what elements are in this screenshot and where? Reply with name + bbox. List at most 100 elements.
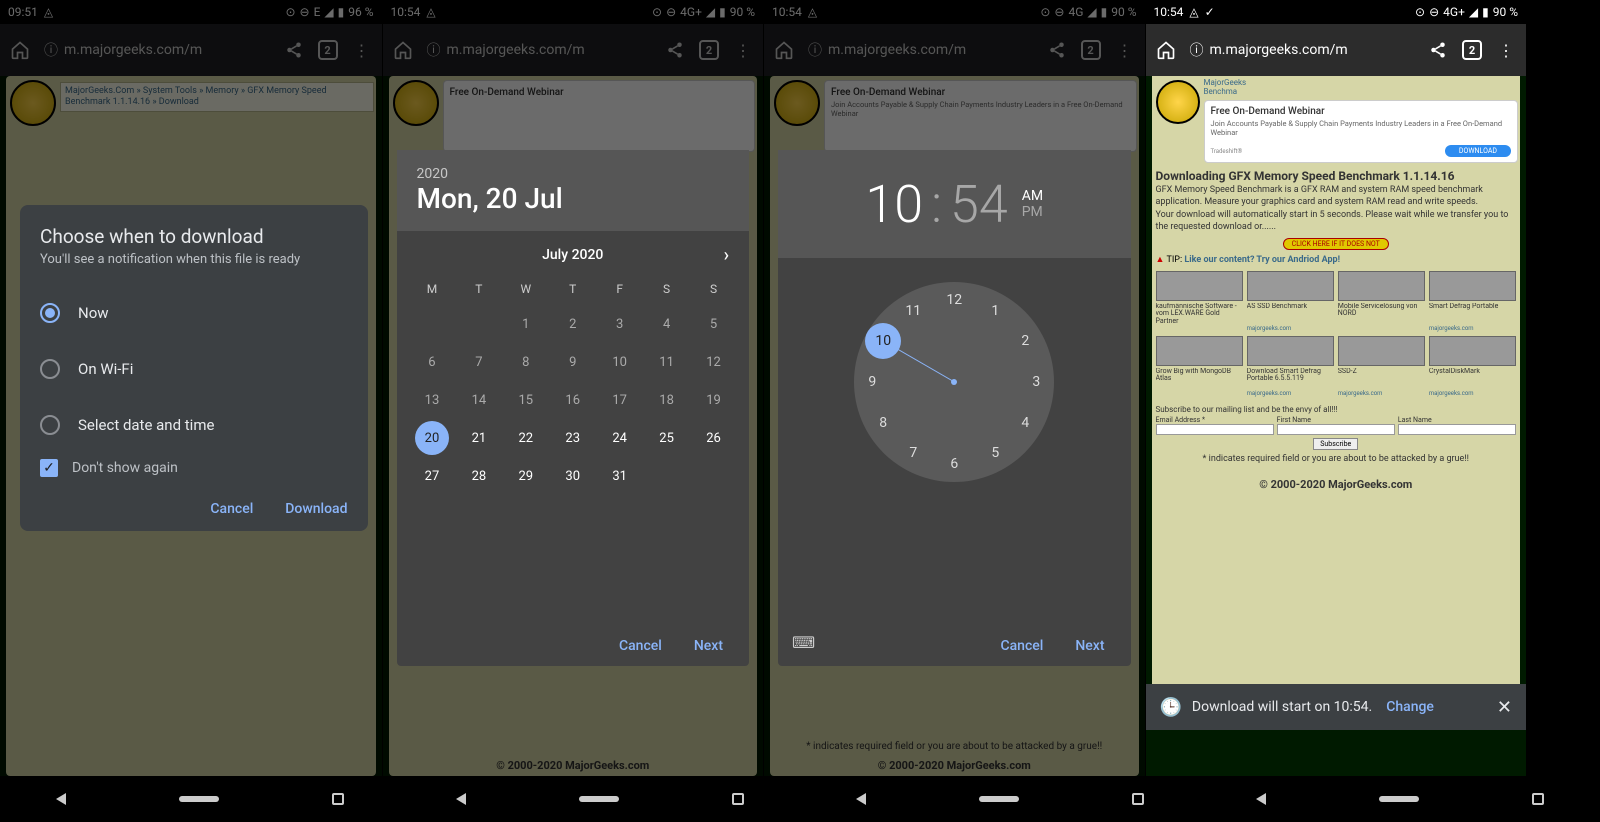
calendar-day[interactable]: 25 xyxy=(643,419,690,457)
option-now[interactable]: Now xyxy=(40,285,348,341)
calendar-day[interactable]: 23 xyxy=(549,419,596,457)
thumbnail-card[interactable]: CrystalDiskMarkmajorgeeks.com xyxy=(1429,336,1516,397)
thumbnail-card[interactable]: Download Smart Defrag Portable 6.5.5.119… xyxy=(1247,336,1334,397)
tabs-button[interactable]: 2 xyxy=(1462,40,1482,60)
clock-hour[interactable]: 5 xyxy=(991,445,999,461)
calendar-day[interactable]: 28 xyxy=(455,457,502,495)
hour-label[interactable]: 10 xyxy=(865,174,923,235)
calendar-day[interactable]: 26 xyxy=(690,419,737,457)
home-button[interactable] xyxy=(579,796,619,802)
year-label[interactable]: 2020 xyxy=(417,166,730,182)
cancel-button[interactable]: Cancel xyxy=(619,638,662,654)
calendar-day[interactable]: 20 xyxy=(415,421,449,455)
recents-button[interactable] xyxy=(332,793,344,805)
tip-link[interactable]: Like our content? Try our Andriod App! xyxy=(1184,255,1340,265)
close-icon[interactable]: ✕ xyxy=(1497,697,1512,718)
text-input[interactable] xyxy=(1398,424,1516,435)
dont-show-checkbox[interactable]: ✓ Don't show again xyxy=(40,459,348,477)
calendar-day[interactable]: 10 xyxy=(596,343,643,381)
option-wifi[interactable]: On Wi-Fi xyxy=(40,341,348,397)
home-icon[interactable] xyxy=(1156,40,1176,60)
calendar-day[interactable]: 24 xyxy=(596,419,643,457)
thumbnail-card[interactable]: AS SSD Benchmarkmajorgeeks.com xyxy=(1247,271,1334,332)
recents-button[interactable] xyxy=(732,793,744,805)
change-button[interactable]: Change xyxy=(1386,699,1434,715)
home-button[interactable] xyxy=(1379,796,1419,802)
calendar-day[interactable]: 4 xyxy=(643,305,690,343)
back-button[interactable] xyxy=(1256,793,1266,805)
calendar-day[interactable]: 13 xyxy=(409,381,456,419)
download-button[interactable]: Download xyxy=(285,501,347,517)
text-input[interactable] xyxy=(1156,424,1274,435)
clock-hour[interactable]: 7 xyxy=(909,445,917,461)
next-month-button[interactable]: › xyxy=(724,245,729,266)
keyboard-icon[interactable]: ⌨ xyxy=(792,633,815,652)
ad-download-button[interactable]: DOWNLOAD xyxy=(1445,145,1511,157)
clock-hour[interactable]: 1 xyxy=(991,303,999,319)
calendar-day[interactable]: 27 xyxy=(409,457,456,495)
cancel-button[interactable]: Cancel xyxy=(210,501,253,517)
calendar-day[interactable]: 9 xyxy=(549,343,596,381)
click-here-button[interactable]: CLICK HERE IF IT DOES NOT xyxy=(1283,238,1389,250)
clock-face[interactable]: 123456789101112 xyxy=(854,282,1054,482)
clock-hour[interactable]: 11 xyxy=(905,303,921,319)
calendar-day[interactable]: 11 xyxy=(643,343,690,381)
ad-title: Free On-Demand Webinar xyxy=(1211,106,1512,117)
thumbnail-card[interactable]: Mobile Servicelösung von NORD xyxy=(1338,271,1425,332)
am-label[interactable]: AM xyxy=(1022,188,1043,204)
clock-hour-selected[interactable]: 10 xyxy=(865,323,901,359)
calendar-day[interactable]: 16 xyxy=(549,381,596,419)
thumbnail-card[interactable]: SSD-Zmajorgeeks.com xyxy=(1338,336,1425,397)
back-button[interactable] xyxy=(56,793,66,805)
share-icon[interactable] xyxy=(1428,40,1448,60)
recents-button[interactable] xyxy=(1532,793,1544,805)
clock-hour[interactable]: 2 xyxy=(1021,333,1029,349)
cancel-button[interactable]: Cancel xyxy=(1001,638,1044,654)
url-bar[interactable]: ⓘm.majorgeeks.com/m xyxy=(1190,40,1415,60)
calendar-day[interactable]: 17 xyxy=(596,381,643,419)
calendar-day[interactable]: 6 xyxy=(409,343,456,381)
minute-label[interactable]: 54 xyxy=(950,174,1008,235)
calendar-day[interactable]: 15 xyxy=(502,381,549,419)
back-button[interactable] xyxy=(856,793,866,805)
text-input[interactable] xyxy=(1277,424,1395,435)
calendar-day[interactable]: 2 xyxy=(549,305,596,343)
thumbnail-card[interactable]: Smart Defrag Portablemajorgeeks.com xyxy=(1429,271,1516,332)
ad-card[interactable]: Free On-Demand Webinar Join Accounts Pay… xyxy=(1204,100,1519,163)
clock-hour[interactable]: 4 xyxy=(1021,415,1029,431)
clock-hour[interactable]: 12 xyxy=(946,292,962,308)
calendar-day[interactable]: 22 xyxy=(502,419,549,457)
calendar-day[interactable]: 8 xyxy=(502,343,549,381)
home-button[interactable] xyxy=(979,796,1019,802)
calendar-day[interactable]: 19 xyxy=(690,381,737,419)
next-button[interactable]: Next xyxy=(694,638,723,654)
subscribe-button[interactable]: Subscribe xyxy=(1313,438,1358,450)
next-button[interactable]: Next xyxy=(1075,638,1104,654)
clock-hour[interactable]: 6 xyxy=(950,456,958,472)
clock-hour[interactable]: 8 xyxy=(879,415,887,431)
date-label[interactable]: Mon, 20 Jul xyxy=(417,182,730,215)
back-button[interactable] xyxy=(456,793,466,805)
calendar-day[interactable]: 3 xyxy=(596,305,643,343)
clock-hour[interactable]: 3 xyxy=(1032,374,1040,390)
thumbnail-image xyxy=(1429,336,1516,366)
menu-icon[interactable]: ⋮ xyxy=(1496,40,1516,60)
calendar-day[interactable]: 18 xyxy=(643,381,690,419)
clock-hour[interactable]: 9 xyxy=(868,374,876,390)
calendar-day[interactable]: 21 xyxy=(455,419,502,457)
calendar-day[interactable]: 7 xyxy=(455,343,502,381)
page-content[interactable]: MajorGeeksBenchma Free On-Demand Webinar… xyxy=(1152,76,1521,684)
recents-button[interactable] xyxy=(1132,793,1144,805)
calendar-day[interactable]: 31 xyxy=(596,457,643,495)
calendar-day[interactable]: 12 xyxy=(690,343,737,381)
calendar-day[interactable]: 5 xyxy=(690,305,737,343)
option-datetime[interactable]: Select date and time xyxy=(40,397,348,453)
pm-label[interactable]: PM xyxy=(1022,204,1043,220)
thumbnail-card[interactable]: Grow Big with MongoDB Atlas xyxy=(1156,336,1243,397)
calendar-day[interactable]: 14 xyxy=(455,381,502,419)
thumbnail-card[interactable]: kaufmännische Software - vom LEX.WARE Go… xyxy=(1156,271,1243,332)
calendar-day[interactable]: 29 xyxy=(502,457,549,495)
calendar-day[interactable]: 30 xyxy=(549,457,596,495)
calendar-day[interactable]: 1 xyxy=(502,305,549,343)
home-button[interactable] xyxy=(179,796,219,802)
